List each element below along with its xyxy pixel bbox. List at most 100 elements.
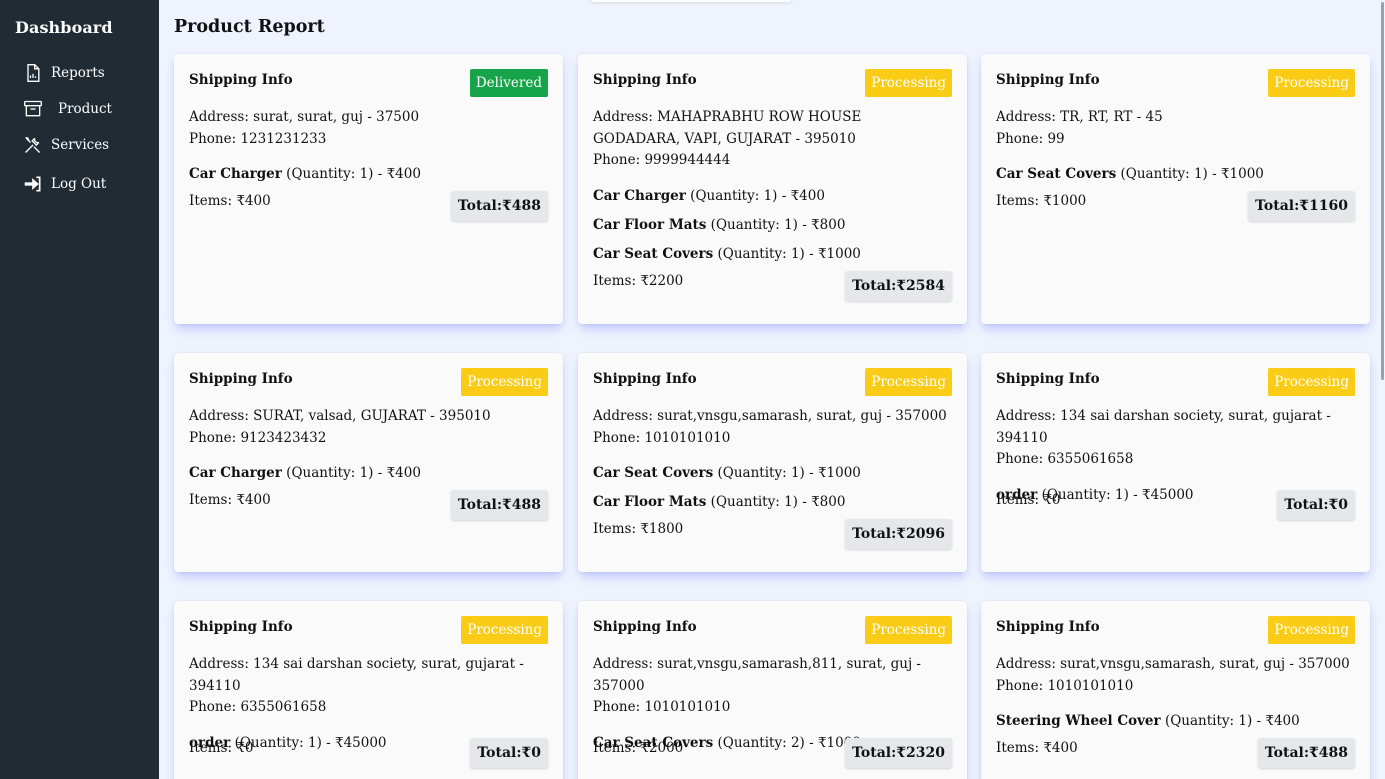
sidebar: Dashboard Reports Product Services Log O…	[0, 0, 159, 779]
qty-sep: ) -	[368, 166, 387, 182]
item-qty: 2	[790, 734, 800, 751]
item-price: ₹45000	[334, 734, 387, 751]
sidebar-item-product[interactable]: Product	[22, 98, 112, 120]
scrollbar[interactable]	[1380, 0, 1385, 779]
item-price: ₹800	[811, 494, 846, 510]
total-label: Total:	[1264, 745, 1310, 761]
qty-sep: ) -	[799, 465, 818, 481]
status-badge: Processing	[865, 368, 952, 396]
items-subtotal: Items: ₹1000	[996, 193, 1086, 209]
phone-label: Phone:	[189, 699, 241, 715]
sidebar-item-logout[interactable]: Log Out	[22, 173, 106, 195]
total-value: ₹2096	[896, 526, 945, 542]
total-button[interactable]: Total: ₹1160	[1248, 191, 1355, 221]
sidebar-item-services[interactable]: Services	[22, 134, 109, 156]
scrollbar-thumb[interactable]	[1381, 2, 1384, 380]
shipping-info-heading: Shipping Info	[996, 371, 1100, 387]
phone-value: 6355061658	[1047, 451, 1134, 467]
status-badge: Processing	[865, 616, 952, 644]
items-subtotal: Items: ₹2200	[593, 273, 683, 289]
total-value: ₹2584	[896, 277, 945, 294]
tools-icon	[22, 134, 44, 156]
qty-label: (Quantity:	[690, 187, 764, 204]
items-subtotal: Items: ₹0	[189, 740, 254, 756]
item-price: ₹800	[811, 216, 846, 233]
items-label: Items:	[996, 193, 1044, 209]
items-label: Items:	[996, 492, 1044, 508]
order-details: Address: TR, RT, RT - 45 Phone: 99 Car Sea…	[996, 107, 1355, 193]
item-name: Car Seat Covers	[593, 245, 714, 262]
order-items-list: Car Charger (Quantity: 1) - ₹400	[189, 463, 548, 485]
phone-label: Phone:	[189, 130, 241, 147]
order-card: Shipping Info Processing Address: surat,vn…	[981, 601, 1370, 779]
total-button[interactable]: Total: ₹488	[450, 191, 548, 221]
total-label: Total:	[852, 526, 897, 542]
qty-sep: ) -	[316, 734, 335, 751]
address-label: Address:	[189, 408, 254, 424]
shipping-info-heading: Shipping Info	[593, 371, 697, 387]
address-label: Address:	[996, 109, 1061, 125]
item-qty: 1	[359, 465, 369, 481]
total-button[interactable]: Total: ₹2320	[845, 738, 952, 768]
phone-line: Phone: 1231231233	[189, 129, 548, 151]
phone-label: Phone:	[593, 429, 645, 446]
status-badge: Processing	[1268, 368, 1355, 396]
total-button[interactable]: Total: ₹0	[1277, 490, 1355, 520]
items-value: ₹400	[236, 492, 271, 508]
sidebar-item-label: Product	[58, 101, 112, 117]
item-qty: 1	[790, 465, 800, 481]
item-name: Steering Wheel Cover	[996, 713, 1161, 729]
qty-label: (Quantity:	[717, 245, 791, 262]
qty-label: (Quantity:	[1120, 166, 1194, 182]
total-value: ₹488	[1309, 745, 1348, 761]
address-line: Address: surat,vnsgu,samarash, surat, gu…	[593, 406, 952, 428]
address-value: SURAT, valsad, GUJARAT - 395010	[253, 408, 491, 424]
item-name: Car Seat Covers	[593, 465, 714, 481]
item-qty: 1	[1114, 486, 1124, 503]
total-value: ₹1160	[1299, 198, 1348, 214]
total-button[interactable]: Total: ₹0	[470, 738, 548, 768]
phone-value: 9999944444	[644, 152, 731, 168]
address-line: Address: surat, surat, guj - 37500	[189, 107, 548, 129]
phone-label: Phone:	[996, 130, 1048, 147]
address-value: TR, RT, RT - 45	[1060, 109, 1163, 125]
order-item: Car Charger (Quantity: 1) - ₹400	[189, 164, 548, 186]
shipping-info-heading: Shipping Info	[189, 619, 293, 635]
items-value: ₹2000	[640, 740, 684, 756]
items-value: ₹400	[1043, 740, 1078, 756]
order-items-list: Car Seat Covers (Quantity: 1) - ₹1000	[996, 164, 1355, 186]
total-button[interactable]: Total: ₹2096	[845, 519, 952, 549]
order-card: Shipping Info Processing Address: 134 sai …	[174, 601, 563, 779]
phone-line: Phone: 99	[996, 129, 1355, 151]
phone-label: Phone:	[593, 152, 645, 168]
total-button[interactable]: Total: ₹2584	[845, 270, 952, 301]
phone-value: 1010101010	[644, 429, 731, 446]
total-value: ₹2320	[896, 745, 945, 761]
sidebar-item-label: Reports	[51, 65, 105, 81]
phone-line: Phone: 9123423432	[189, 428, 548, 450]
item-qty: 1	[784, 494, 793, 510]
archive-box-icon	[22, 98, 44, 120]
phone-line: Phone: 1010101010	[593, 428, 952, 450]
address-label: Address:	[593, 656, 658, 672]
page-title: Product Report	[174, 17, 325, 37]
phone-value: 1010101010	[1047, 677, 1134, 694]
total-button[interactable]: Total: ₹488	[450, 490, 548, 520]
sidebar-item-reports[interactable]: Reports	[22, 62, 105, 84]
phone-line: Phone: 1010101010	[996, 676, 1355, 698]
top-search-pill[interactable]	[590, 0, 792, 2]
status-badge: Processing	[461, 616, 548, 644]
address-label: Address:	[189, 656, 254, 672]
address-line: Address: SURAT, valsad, GUJARAT - 395010	[189, 406, 548, 428]
total-value: ₹0	[521, 745, 541, 761]
total-button[interactable]: Total: ₹488	[1257, 738, 1355, 768]
qty-label: (Quantity:	[717, 734, 791, 751]
qty-sep: ) -	[792, 494, 812, 510]
qty-sep: ) -	[799, 245, 818, 262]
item-name: Car Seat Covers	[996, 166, 1117, 182]
report-icon	[22, 62, 44, 84]
order-card: Shipping Info Processing Address: 134 sai …	[981, 353, 1370, 572]
address-label: Address:	[593, 109, 658, 125]
item-price: ₹400	[790, 187, 825, 204]
shipping-info-heading: Shipping Info	[189, 371, 293, 387]
